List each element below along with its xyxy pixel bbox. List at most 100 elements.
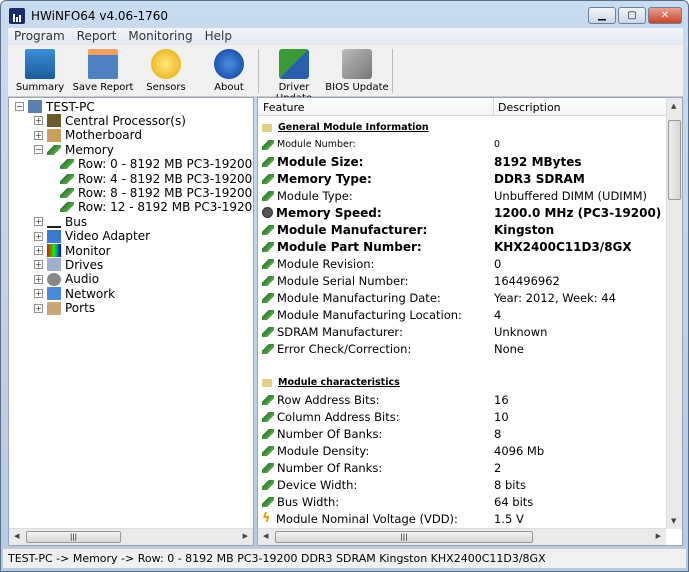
folder-icon [262,123,272,132]
expand-icon[interactable]: + [34,303,43,313]
sensors-button[interactable]: Sensors [134,49,198,93]
main-window: HWiNFO64 v4.06-1760 ▁ ▢ ✕ Program Report… [0,0,689,572]
tree-item[interactable]: − Memory [34,142,114,157]
tree-item-label: Row: 12 - 8192 MB PC3-19200 DDR3 SDRAM K… [78,200,254,215]
table-row[interactable]: Device Width: 8 bits [262,476,668,493]
save-report-button[interactable]: Save Report [71,49,135,93]
tree-item[interactable]: + Drives [34,257,103,272]
feature-value: 10 [494,409,509,424]
table-row[interactable]: Module Serial Number: 164496962 [262,272,668,289]
about-button[interactable]: About [197,49,261,93]
table-row[interactable]: Number Of Ranks: 2 [262,459,668,476]
memory-icon [262,411,274,422]
window-title: HWiNFO64 v4.06-1760 [31,9,169,23]
drives-icon [47,258,61,272]
table-row[interactable]: Module Size: 8192 MBytes [262,153,668,170]
tree-horizontal-scrollbar[interactable]: ◀ ||| ▶ [9,528,253,545]
column-header-feature[interactable]: Feature [263,101,305,114]
tree-item-label: TEST-PC [46,99,95,114]
feature-label: SDRAM Manufacturer: [277,324,403,339]
table-row[interactable]: Module Manufacturing Location: 4 [262,306,668,323]
table-row[interactable]: Module Revision: 0 [262,255,668,272]
feature-label: Module Manufacturer: [277,222,428,237]
table-row[interactable]: Module Manufacturer: Kingston [262,221,668,238]
tree-item[interactable]: + Ports [34,301,95,316]
table-header: Feature Description [258,98,668,116]
driver-update-button[interactable]: Driver Update [262,49,326,104]
expand-icon[interactable]: + [34,246,43,255]
expand-icon[interactable]: + [34,130,43,140]
app-icon [9,8,25,24]
bus-icon [47,215,61,229]
gauge-icon [262,207,273,218]
table-vertical-scrollbar[interactable]: ▲ ▼ [666,98,682,529]
menu-program[interactable]: Program [8,28,71,45]
table-row[interactable]: ϟ Module Nominal Voltage (VDD): 1.5 V [262,510,668,527]
section-header[interactable]: Module characteristics [262,374,668,391]
expand-icon[interactable]: + [34,260,43,270]
table-row[interactable]: Module Manufacturing Date: Year: 2012, We… [262,289,668,306]
toolbar-label: BIOS Update [325,82,389,93]
memory-icon [262,292,274,303]
column-header-description[interactable]: Description [498,101,561,114]
feature-value: 0 [494,256,502,271]
feature-value: 8 bits [494,477,526,492]
feature-value: Year: 2012, Week: 44 [494,290,616,305]
summary-icon [25,49,55,79]
expand-icon[interactable]: + [34,217,43,227]
table-row[interactable]: SDRAM Manufacturer: Unknown [262,323,668,340]
table-row[interactable]: Column Address Bits: 10 [262,408,668,425]
tree-item[interactable]: Row: 0 - 8192 MB PC3-19200 DDR3 SDRAM Ki… [60,157,253,172]
menu-bar: Program Report Monitoring Help [8,28,683,45]
summary-button[interactable]: Summary [8,49,72,93]
menu-report[interactable]: Report [71,28,123,45]
feature-label: Memory Speed: [276,205,382,220]
tree-item[interactable]: + Central Processor(s) [34,113,186,128]
bios-update-button[interactable]: BIOS Update [325,49,389,93]
table-row[interactable]: Bus Width: 64 bits [262,493,668,510]
tree-item[interactable]: − TEST-PC [15,99,95,114]
details-table: Feature Description ▲ ▼ ◀ ||| ▶ General … [257,97,683,546]
table-row[interactable]: Memory Type: DDR3 SDRAM [262,170,668,187]
collapse-icon[interactable]: − [15,102,24,111]
table-row[interactable]: Row Address Bits: 16 [262,391,668,408]
feature-value: Unknown [494,324,548,339]
tree-item[interactable]: + Motherboard [34,128,142,143]
section-header[interactable]: General Module Information [262,119,668,136]
feature-value: 4 [494,307,502,322]
feature-label: Module Size: [277,154,364,169]
table-row[interactable]: Module Number: 0 [262,136,668,153]
collapse-icon[interactable]: − [34,145,43,155]
tree-item[interactable]: + Audio [34,272,99,287]
feature-label: Number Of Ranks: [277,460,383,475]
expand-icon[interactable]: + [34,231,43,241]
table-horizontal-scrollbar[interactable]: ◀ ||| ▶ [258,528,666,545]
feature-label: Device Width: [277,477,358,492]
tree-item[interactable]: + Bus [34,214,87,229]
table-row[interactable]: Error Check/Correction: None [262,340,668,357]
menu-monitoring[interactable]: Monitoring [122,28,198,45]
tree-item[interactable]: Row: 8 - 8192 MB PC3-19200 DDR3 SDRAM Ki… [60,185,253,200]
tree-item-label: Video Adapter [65,229,151,244]
expand-icon[interactable]: + [34,116,43,126]
toolbar: Summary Save Report Sensors About Driver Upd… [8,45,683,104]
table-row[interactable]: Memory Speed: 1200.0 MHz (PC3-19200) [262,204,668,221]
tree-item[interactable]: Row: 4 - 8192 MB PC3-19200 DDR3 SDRAM Ki… [60,171,253,186]
table-row[interactable]: Module Part Number: KHX2400C11D3/8GX [262,238,668,255]
close-button[interactable]: ✕ [648,7,682,24]
tree-item-label: Memory [65,142,114,157]
maximize-button[interactable]: ▢ [618,7,646,24]
table-row[interactable]: Module Type: Unbuffered DIMM (UDIMM) [262,187,668,204]
expand-icon[interactable]: + [34,289,43,299]
feature-value: 1200.0 MHz (PC3-19200) [494,205,662,220]
tree-item[interactable]: + Monitor [34,243,111,258]
expand-icon[interactable]: + [34,274,43,284]
minimize-button[interactable]: ▁ [588,7,616,24]
menu-help[interactable]: Help [199,28,238,45]
tree-item[interactable]: Row: 12 - 8192 MB PC3-19200 DDR3 SDRAM K… [60,200,254,215]
tree-item-label: Bus [65,214,88,229]
tree-item[interactable]: + Video Adapter [34,229,150,244]
table-row[interactable]: Number Of Banks: 8 [262,425,668,442]
tree-item[interactable]: + Network [34,286,115,301]
table-row[interactable]: Module Density: 4096 Mb [262,442,668,459]
